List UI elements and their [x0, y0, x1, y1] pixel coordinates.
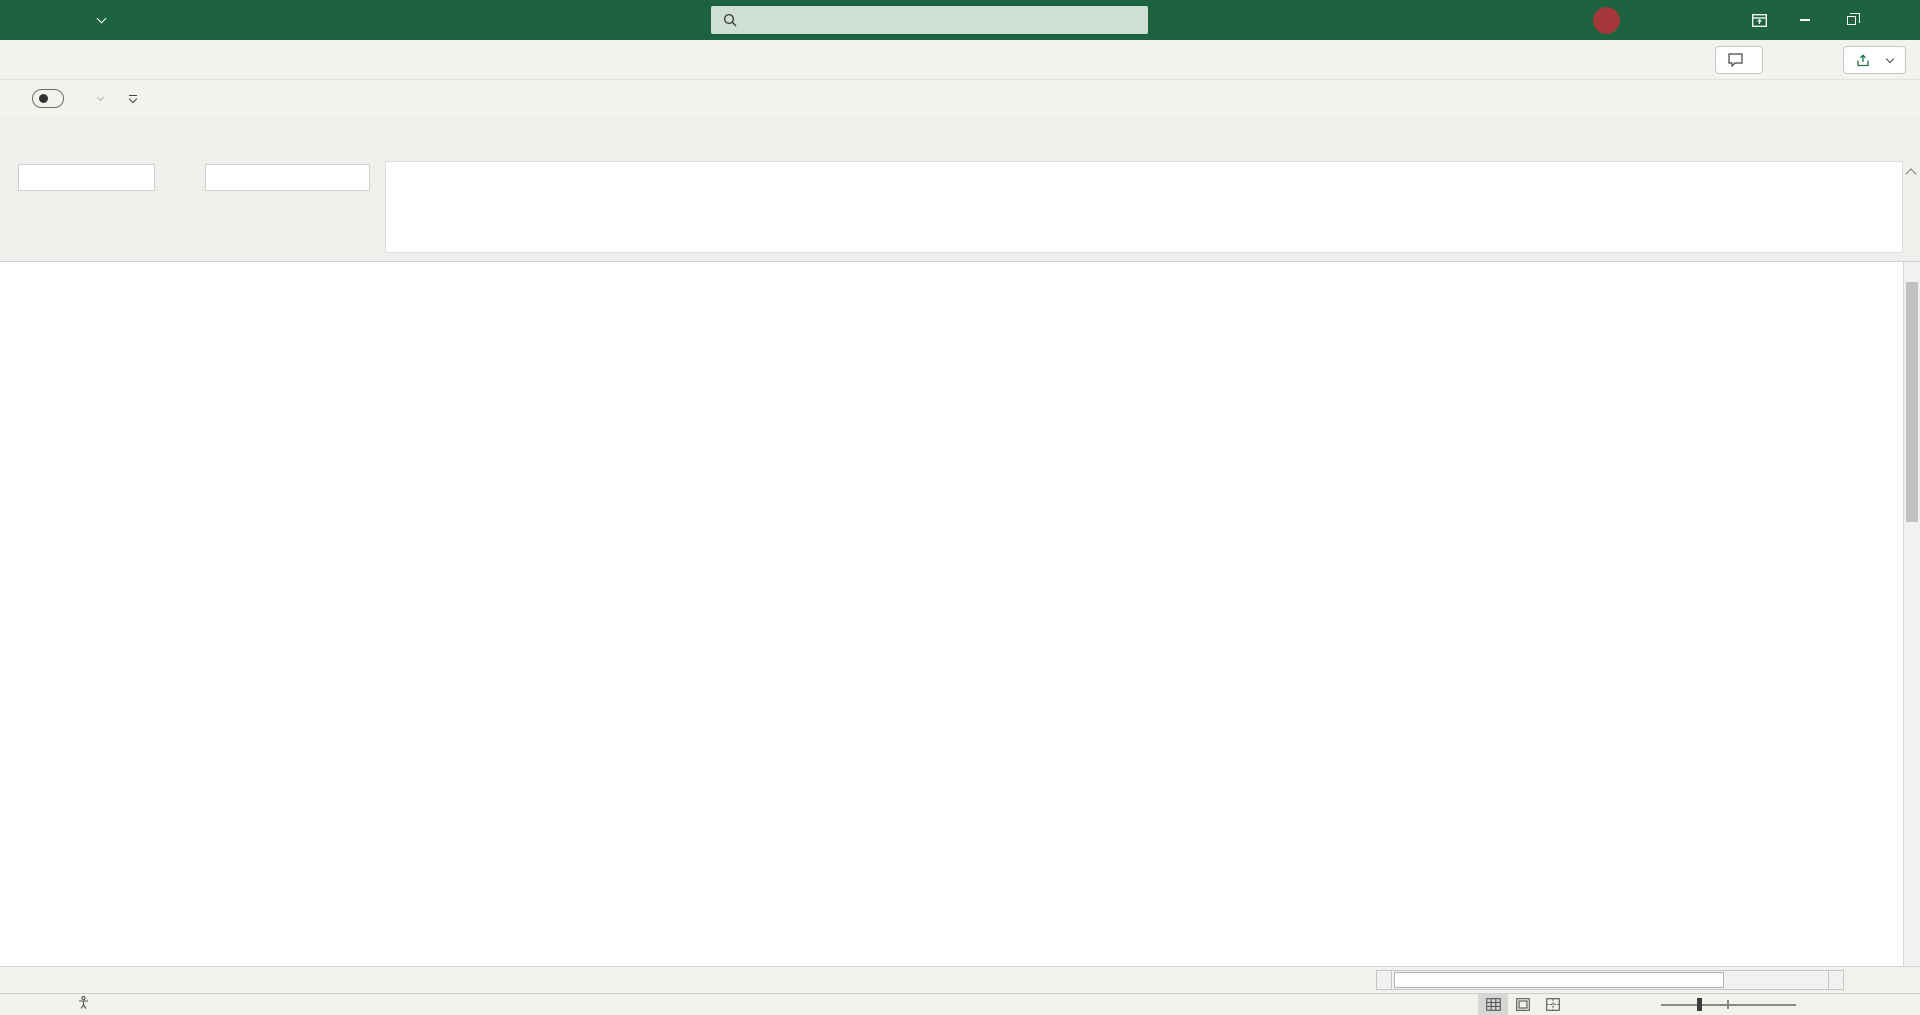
ribbon-display-icon[interactable]: [1736, 0, 1782, 40]
undo-dropdown-icon[interactable]: [96, 93, 105, 102]
formula-buttons: [205, 164, 370, 191]
comment-icon: [1728, 53, 1743, 67]
zoom-control: [1652, 994, 1805, 1015]
scroll-left-icon[interactable]: [1376, 970, 1392, 990]
scroll-up-icon[interactable]: [1904, 262, 1920, 279]
workbook-title[interactable]: [88, 0, 107, 40]
share-button[interactable]: [1843, 46, 1906, 74]
chevron-down-icon: [96, 13, 107, 23]
restore-button[interactable]: [1828, 0, 1874, 40]
name-box[interactable]: [18, 164, 155, 191]
ribbon-tab-bar: [0, 40, 1920, 80]
comments-button[interactable]: [1715, 46, 1763, 74]
sheet-nav: [0, 967, 56, 993]
avatar[interactable]: [1593, 6, 1620, 34]
vertical-scrollbar[interactable]: [1903, 262, 1920, 966]
formula-bar-area: [0, 117, 1920, 262]
view-shortcuts: [1478, 994, 1568, 1015]
customize-toolbar-icon[interactable]: [128, 94, 138, 104]
spreadsheet-grid: [0, 262, 1903, 966]
page-layout-view-icon[interactable]: [1508, 994, 1538, 1015]
autosave-toggle[interactable]: [32, 89, 64, 108]
diamond-icon[interactable]: [1644, 0, 1690, 40]
accessibility-status[interactable]: [78, 996, 95, 1009]
horizontal-scroll-thumb[interactable]: [1394, 972, 1724, 988]
quick-access-toolbar: [0, 80, 1920, 117]
accessibility-icon: [79, 996, 88, 1009]
search-input[interactable]: [711, 6, 1148, 34]
toggle-dot-icon: [39, 94, 48, 103]
titlebar-right: [1571, 0, 1920, 40]
horizontal-scrollbar[interactable]: [1376, 970, 1844, 990]
share-icon: [1857, 53, 1869, 66]
normal-view-icon[interactable]: [1478, 994, 1508, 1015]
pen-icon[interactable]: [1690, 0, 1736, 40]
search-icon: [723, 13, 737, 27]
collapse-formula-bar-icon[interactable]: [1905, 168, 1917, 180]
formula-input[interactable]: [385, 161, 1903, 253]
status-bar: [0, 993, 1920, 1015]
chevron-down-icon: [1885, 54, 1895, 63]
title-bar: [0, 0, 1920, 40]
zoom-slider-thumb[interactable]: [1697, 998, 1702, 1011]
zoom-slider[interactable]: [1661, 994, 1796, 1015]
more-sheets-icon[interactable]: [80, 967, 92, 993]
scroll-right-icon[interactable]: [1828, 970, 1844, 990]
vertical-scroll-thumb[interactable]: [1906, 282, 1918, 522]
scroll-down-icon[interactable]: [1904, 949, 1920, 966]
page-break-view-icon[interactable]: [1538, 994, 1568, 1015]
sheet-tab-bar: [0, 966, 1920, 993]
close-button[interactable]: [1874, 0, 1920, 40]
excel-window: [0, 0, 1920, 1015]
new-sheet-icon[interactable]: [56, 967, 80, 993]
minimize-button[interactable]: [1782, 0, 1828, 40]
